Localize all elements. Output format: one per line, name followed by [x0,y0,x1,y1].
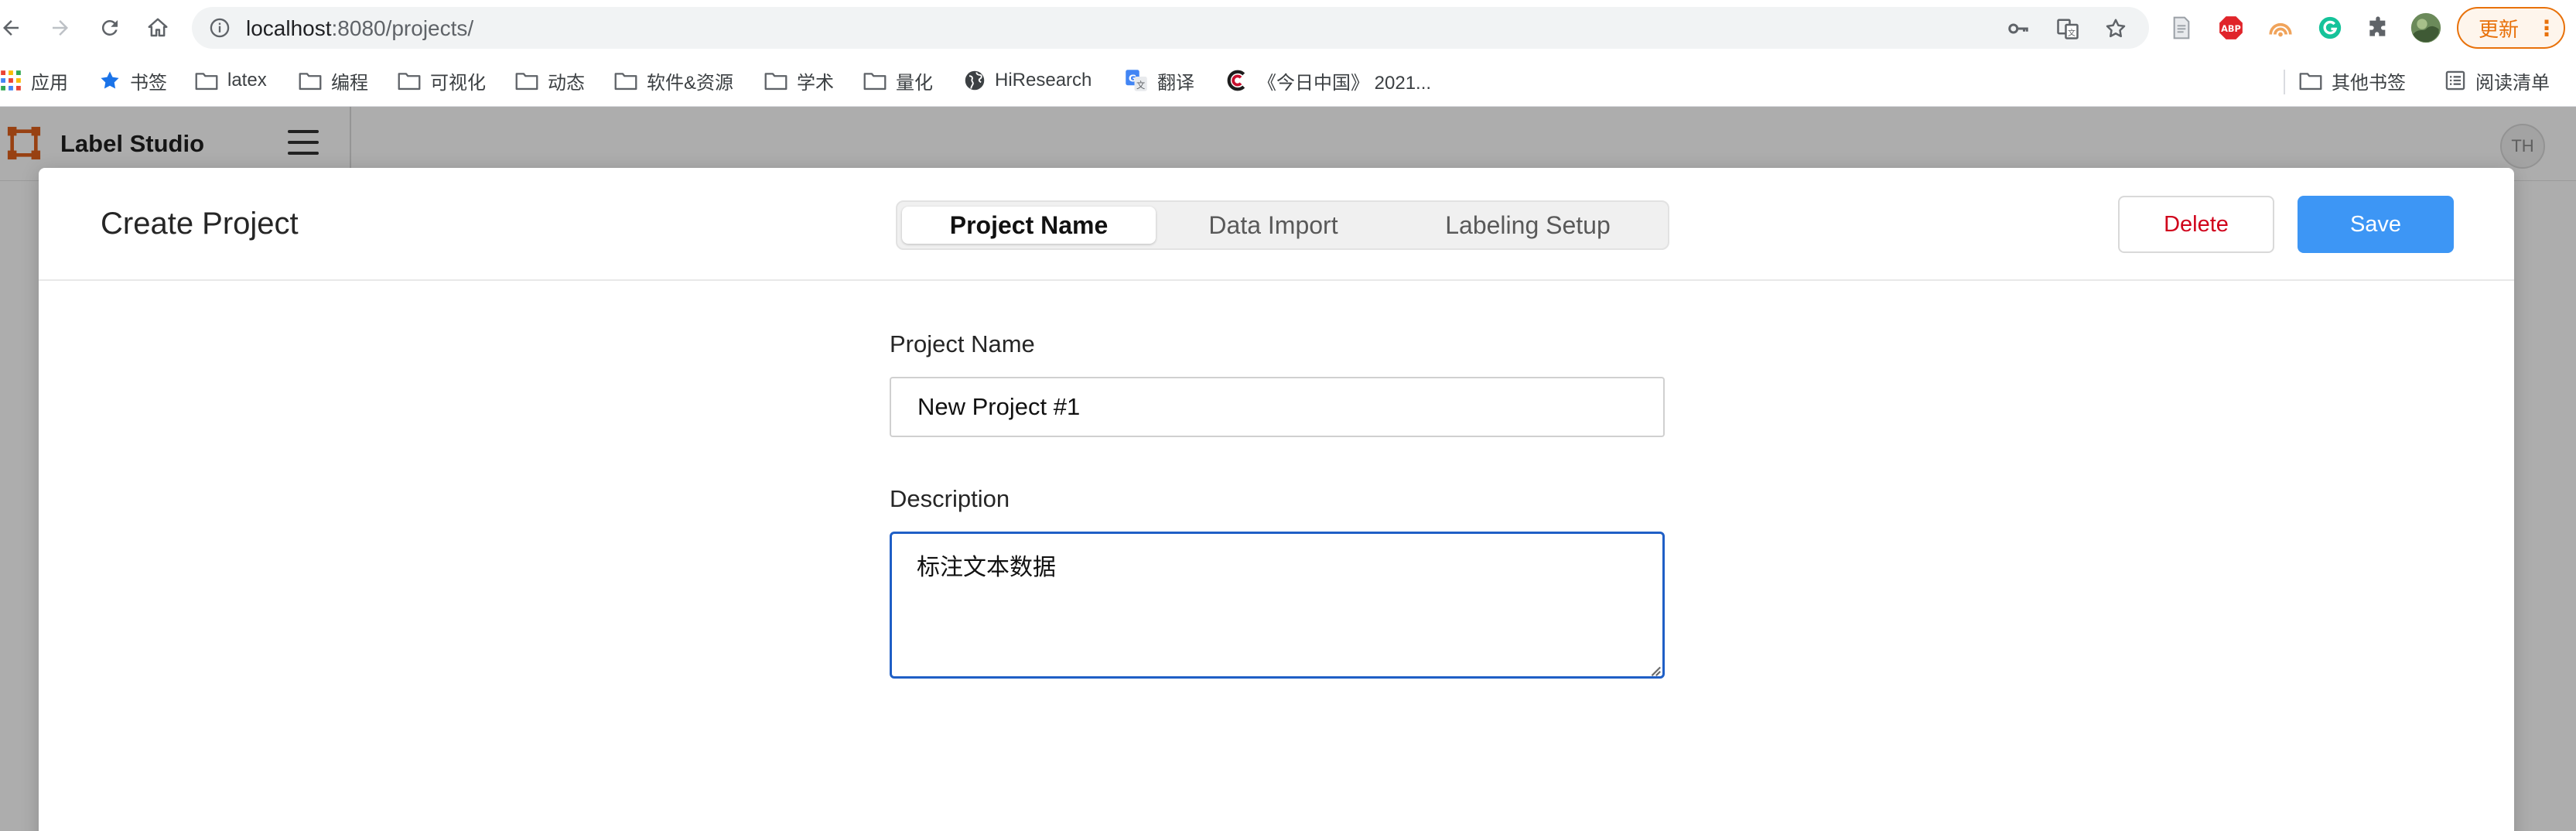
modal-header: Create Project Project Name Data Import … [39,168,2514,281]
tab-labeling-setup[interactable]: Labeling Setup [1400,207,1655,244]
adblock-icon[interactable]: ABP [2216,12,2246,43]
update-button[interactable]: 更新 ⋮ [2457,7,2565,49]
bookmark-folder-quant[interactable]: 量化 [863,67,933,94]
create-project-modal: Create Project Project Name Data Import … [39,168,2514,831]
browser-toolbar: localhost:8080/projects/ 文 ABP 更新 ⋮ [0,0,2576,56]
save-button[interactable]: Save [2298,196,2454,253]
bookmark-translate[interactable]: G文 翻译 [1125,67,1194,94]
update-label: 更新 [2479,17,2520,41]
project-name-label: Project Name [890,330,1035,357]
bookmark-bookmarks[interactable]: 书签 [99,67,167,94]
bookmark-folder-programming[interactable]: 编程 [299,67,368,94]
delete-button[interactable]: Delete [2118,196,2274,253]
svg-text:文: 文 [1136,80,1145,91]
extensions-puzzle-icon[interactable] [2362,12,2393,43]
bookmark-label: 其他书签 [2332,72,2406,94]
folder-icon [515,73,538,91]
project-name-input[interactable] [890,377,1665,437]
bookmark-label: latex [227,70,267,91]
folder-icon [2299,73,2322,91]
bookmark-other-bookmarks[interactable]: 其他书签 [2299,67,2406,94]
folder-icon [614,73,637,91]
tab-data-import[interactable]: Data Import [1156,207,1391,244]
bookmark-china-today[interactable]: 《今日中国》 2021... [1225,67,1431,94]
grammarly-icon[interactable] [2315,12,2345,43]
description-label: Description [890,485,1010,512]
bookmark-label: 学术 [797,72,834,94]
home-icon [148,18,168,37]
folder-icon [863,73,887,91]
back-button[interactable] [0,11,28,45]
resize-handle-icon[interactable] [1648,663,1662,677]
bookmark-folder-academic[interactable]: 学术 [764,67,834,94]
modal-title: Create Project [101,207,299,241]
url-path: :8080/projects/ [331,16,474,40]
reload-icon [101,19,118,36]
c-logo-icon [1227,70,1245,91]
bookmark-apps[interactable]: 应用 [0,67,68,94]
bookmark-label: 应用 [31,72,68,94]
bookmark-label: 阅读清单 [2475,72,2550,94]
bookmark-label: 书签 [130,72,167,94]
url-text[interactable]: localhost:8080/projects/ [246,18,473,39]
bookmarks-bar: 应用 书签 latex 编程 可视化 动态 软件&资源 学术 量化 HiRese… [0,56,2576,107]
folder-icon [398,73,421,91]
bookmark-label: 翻译 [1157,72,1194,94]
tab-project-name[interactable]: Project Name [902,207,1156,244]
rss-extension-icon[interactable] [2265,12,2296,43]
forward-button[interactable] [43,11,77,45]
bookmark-label: 软件&资源 [647,72,734,94]
reading-list-icon [2445,70,2465,91]
bookmark-folder-latex[interactable]: latex [195,67,267,94]
folder-icon [299,73,322,91]
reload-button[interactable] [93,11,127,45]
bookmark-folder-visualization[interactable]: 可视化 [398,67,486,94]
translate-page-icon[interactable]: 文 [2056,17,2079,40]
star-icon [101,71,119,89]
bookmark-label: 动态 [548,72,585,94]
bookmark-folder-software[interactable]: 软件&资源 [614,67,733,94]
info-icon[interactable] [209,17,231,43]
document-extension-icon[interactable] [2166,12,2197,43]
home-button[interactable] [141,11,175,45]
arrow-left-icon [3,20,19,36]
folder-icon [764,73,787,91]
more-vert-icon: ⋮ [2536,15,2557,40]
url-host: localhost [246,16,332,40]
profile-avatar[interactable] [2410,12,2441,43]
translate-icon: G文 [1126,70,1147,91]
arrow-right-icon [53,20,68,36]
key-icon[interactable] [2007,17,2030,40]
bookmark-hiresearch[interactable]: HiResearch [964,67,1092,94]
address-bar[interactable]: localhost:8080/projects/ 文 [192,7,2149,49]
step-toggle: Project Name Data Import Labeling Setup [896,200,1669,250]
bookmark-label: 编程 [331,72,368,94]
bookmark-label: 《今日中国》 2021... [1258,72,1432,94]
svg-text:ABP: ABP [2221,23,2241,34]
bookmark-label: 量化 [896,72,933,94]
bookmark-star-icon[interactable] [2104,17,2127,40]
bookmark-label: 可视化 [430,72,486,94]
folder-icon [195,73,218,91]
bookmark-reading-list[interactable]: 阅读清单 [2444,67,2550,94]
bookmark-folder-dynamic[interactable]: 动态 [515,67,585,94]
apps-grid-icon [1,70,21,91]
bookmarks-separator [2284,70,2285,94]
description-textarea[interactable]: 标注文本数据 [890,532,1665,679]
globe-icon [965,70,985,91]
svg-text:文: 文 [2068,28,2075,38]
bookmark-label: HiResearch [995,70,1092,91]
